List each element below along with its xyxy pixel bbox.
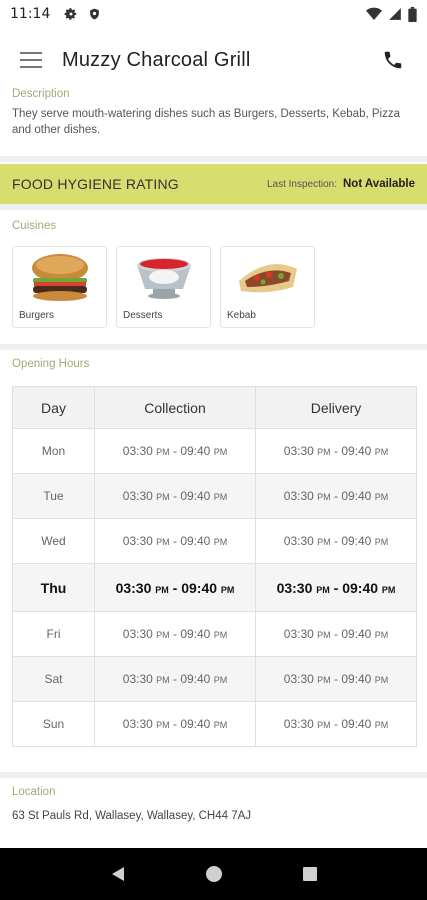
cuisine-card-burgers[interactable]: Burgers [12,246,107,328]
day-cell: Thu [12,563,95,612]
status-time: 11:14 [10,6,51,22]
hygiene-rating-bar: FOOD HYGIENE RATING Last Inspection: Not… [0,164,427,204]
table-header-row: Day Collection Delivery [12,386,417,429]
description-section: Description They serve mouth-watering di… [12,88,416,138]
header-collection: Collection [94,386,256,429]
collection-hours-cell: 03:30 PM - 09:40 PM [94,473,256,519]
dessert-image [137,258,191,299]
day-cell: Sat [12,656,95,702]
delivery-hours-cell: 03:30 PM - 09:40 PM [255,518,417,564]
collection-hours-cell: 03:30 PM - 09:40 PM [94,428,256,474]
delivery-hours-cell: 03:30 PM - 09:40 PM [255,563,417,612]
wifi-icon [366,7,382,21]
back-icon[interactable] [109,865,127,883]
description-label: Description [12,88,70,100]
location-label: Location [12,786,56,798]
hamburger-menu-icon [20,52,42,68]
section-divider [0,204,427,210]
collection-hours-cell: 03:30 PM - 09:40 PM [94,656,256,702]
phone-icon [384,51,402,69]
delivery-hours-cell: 03:30 PM - 09:40 PM [255,701,417,747]
recents-icon[interactable] [302,866,318,882]
opening-hours-section: Opening Hours Day Collection Delivery Mo… [12,358,417,747]
call-button[interactable] [379,46,407,74]
delivery-hours-cell: 03:30 PM - 09:40 PM [255,473,417,519]
header-delivery: Delivery [255,386,417,429]
table-row: Tue 03:30 PM - 09:40 PM 03:30 PM - 09:40… [12,473,417,519]
cuisine-name: Desserts [123,310,163,321]
menu-button[interactable] [0,36,62,84]
cuisines-label: Cuisines [12,220,57,232]
cuisine-name: Kebab [227,310,256,321]
collection-hours-cell: 03:30 PM - 09:40 PM [94,701,256,747]
status-bar: 11:14 [0,0,427,28]
signal-icon [389,8,401,20]
burger-image [32,254,88,301]
table-row: Mon 03:30 PM - 09:40 PM 03:30 PM - 09:40… [12,428,417,474]
delivery-hours-cell: 03:30 PM - 09:40 PM [255,656,417,702]
shield-icon [90,8,100,20]
last-inspection-label: Last Inspection: [266,179,337,190]
cuisine-card-kebab[interactable]: Kebab [220,246,315,328]
collection-hours-cell: 03:30 PM - 09:40 PM [94,611,256,657]
section-divider [0,344,427,350]
location-section: Location 63 St Pauls Rd, Wallasey, Walla… [12,786,416,822]
cuisines-section: Cuisines Burgers Desserts Kebab [12,220,416,328]
day-cell: Sun [12,701,95,747]
day-cell: Fri [12,611,95,657]
section-divider [0,772,427,778]
section-divider [0,156,427,162]
page-title: Muzzy Charcoal Grill [62,48,251,71]
table-row: Sat 03:30 PM - 09:40 PM 03:30 PM - 09:40… [12,656,417,702]
table-row: Fri 03:30 PM - 09:40 PM 03:30 PM - 09:40… [12,611,417,657]
battery-icon [408,6,417,22]
system-nav-bar [0,848,427,900]
location-address: 63 St Pauls Rd, Wallasey, Wallasey, CH44… [12,810,252,822]
collection-hours-cell: 03:30 PM - 09:40 PM [94,563,256,612]
cuisine-card-desserts[interactable]: Desserts [116,246,211,328]
collection-hours-cell: 03:30 PM - 09:40 PM [94,518,256,564]
delivery-hours-cell: 03:30 PM - 09:40 PM [255,428,417,474]
last-inspection-value: Not Available [343,178,415,190]
kebab-image [239,264,297,293]
opening-hours-table: Day Collection Delivery Mon 03:30 PM - 0… [12,386,417,747]
header-day: Day [12,386,95,429]
cuisine-name: Burgers [19,310,55,321]
table-row-today: Thu 03:30 PM - 09:40 PM 03:30 PM - 09:40… [12,563,417,612]
home-icon[interactable] [205,865,223,883]
description-text: They serve mouth-watering dishes such as… [12,108,400,136]
day-cell: Tue [12,473,95,519]
day-cell: Mon [12,428,95,474]
day-cell: Wed [12,518,95,564]
opening-hours-label: Opening Hours [12,358,90,370]
hygiene-title: FOOD HYGIENE RATING [12,176,179,192]
table-row: Wed 03:30 PM - 09:40 PM 03:30 PM - 09:40… [12,518,417,564]
settings-gear-icon [64,8,77,20]
app-bar: Muzzy Charcoal Grill [0,36,427,84]
table-row: Sun 03:30 PM - 09:40 PM 03:30 PM - 09:40… [12,701,417,747]
delivery-hours-cell: 03:30 PM - 09:40 PM [255,611,417,657]
